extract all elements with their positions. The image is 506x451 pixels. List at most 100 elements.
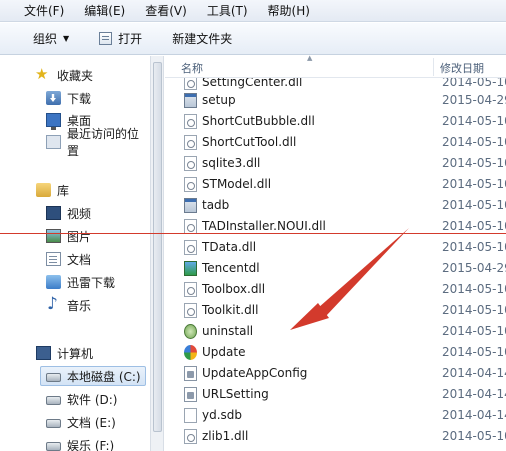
- navigation-scrollbar[interactable]: [150, 56, 164, 451]
- file-date: 2014-04-14: [442, 387, 506, 401]
- dll-file-icon: [184, 240, 197, 255]
- file-name: TADInstaller.NOUI.dll: [202, 219, 326, 233]
- picture-icon: [46, 229, 61, 243]
- nav-computer[interactable]: 计算机: [36, 344, 93, 362]
- file-name: STModel.dll: [202, 177, 272, 191]
- update-icon: [184, 345, 197, 360]
- file-row[interactable]: yd.sdb 2014-04-14: [165, 405, 506, 426]
- sdb-file-icon: [184, 408, 197, 423]
- nav-favorites-label: 收藏夹: [57, 68, 94, 83]
- computer-icon: [36, 346, 51, 360]
- recent-places-icon: [46, 135, 61, 149]
- file-row[interactable]: Tencentdl 2015-04-29: [165, 258, 506, 279]
- dll-file-icon: [184, 429, 197, 444]
- config-file-icon: [184, 366, 197, 381]
- uninstall-icon: [184, 324, 197, 339]
- dll-file-icon: [184, 303, 197, 318]
- file-row[interactable]: Toolbox.dll 2014-05-10: [165, 279, 506, 300]
- file-date: 2014-05-10: [442, 429, 506, 443]
- file-row[interactable]: TData.dll 2014-05-10: [165, 237, 506, 258]
- dll-file-icon: [184, 282, 197, 297]
- nav-drive-c-label: 本地磁盘 (C:): [67, 369, 141, 384]
- chevron-down-icon: ▼: [63, 34, 70, 43]
- file-name: sqlite3.dll: [202, 156, 261, 170]
- organize-label: 组织: [33, 32, 58, 46]
- file-name: zlib1.dll: [202, 429, 249, 443]
- file-row[interactable]: zlib1.dll 2014-05-10: [165, 426, 506, 447]
- column-divider[interactable]: [433, 58, 434, 76]
- desktop-icon: [46, 113, 61, 130]
- open-label: 打开: [118, 32, 143, 46]
- nav-downloads[interactable]: 下载: [46, 89, 91, 107]
- file-name: setup: [202, 93, 236, 107]
- file-row[interactable]: ShortCutTool.dll 2014-05-10: [165, 132, 506, 153]
- open-button[interactable]: 打开: [99, 30, 142, 47]
- nav-music[interactable]: 音乐: [46, 294, 91, 314]
- nav-drive-c[interactable]: 本地磁盘 (C:): [40, 366, 146, 386]
- file-name: Toolbox.dll: [202, 282, 266, 296]
- menu-help[interactable]: 帮助(H): [268, 2, 310, 19]
- dll-file-icon: [184, 219, 197, 234]
- nav-favorites[interactable]: 收藏夹: [35, 65, 94, 84]
- file-row[interactable]: Update 2014-05-10: [165, 342, 506, 363]
- dll-file-icon: [184, 135, 197, 150]
- menu-file[interactable]: 文件(F): [24, 2, 64, 19]
- nav-documents[interactable]: 文档: [46, 250, 91, 268]
- file-row[interactable]: STModel.dll 2014-05-10: [165, 174, 506, 195]
- nav-drive-d[interactable]: 软件 (D:): [46, 390, 117, 408]
- dll-file-icon: [184, 156, 197, 171]
- menu-edit[interactable]: 编辑(E): [84, 2, 125, 19]
- drive-icon: [46, 419, 61, 428]
- scrollbar-thumb[interactable]: [153, 62, 162, 432]
- column-date-header[interactable]: 修改日期: [440, 60, 484, 76]
- file-date: 2014-05-10: [442, 324, 506, 338]
- nav-drive-f[interactable]: 娱乐 (F:): [46, 436, 114, 451]
- file-date: 2014-05-10: [442, 219, 506, 233]
- file-date: 2014-05-10: [442, 282, 506, 296]
- menu-tools[interactable]: 工具(T): [207, 2, 248, 19]
- file-list: SettingCenter.dll 2014-05-10 setup 2015-…: [165, 78, 506, 451]
- new-folder-button[interactable]: 新建文件夹: [172, 30, 232, 47]
- nav-videos-label: 视频: [67, 206, 92, 221]
- nav-libraries[interactable]: 库: [36, 181, 69, 199]
- file-date: 2014-04-14: [442, 408, 506, 422]
- nav-drive-f-label: 娱乐 (F:): [67, 438, 115, 451]
- nav-thunder-downloads[interactable]: 迅雷下载: [46, 273, 115, 291]
- thunder-folder-icon: [46, 275, 61, 289]
- library-icon: [36, 183, 51, 197]
- file-name: SettingCenter.dll: [202, 78, 303, 89]
- file-row[interactable]: URLSetting 2014-04-14: [165, 384, 506, 405]
- column-name-header[interactable]: 名称: [181, 60, 203, 76]
- dll-file-icon: [184, 177, 197, 192]
- file-date: 2015-04-29: [442, 261, 506, 275]
- new-folder-label: 新建文件夹: [172, 32, 233, 46]
- file-row[interactable]: ShortCutBubble.dll 2014-05-10: [165, 111, 506, 132]
- nav-drive-e[interactable]: 文档 (E:): [46, 413, 116, 431]
- sort-caret-icon: ▲: [307, 54, 313, 62]
- command-toolbar: 组织 ▼ 打开 新建文件夹: [0, 23, 506, 55]
- nav-pictures[interactable]: 图片: [46, 227, 91, 245]
- menu-view[interactable]: 查看(V): [145, 2, 187, 19]
- nav-videos[interactable]: 视频: [46, 204, 91, 222]
- file-date: 2015-04-29: [442, 93, 506, 107]
- file-name: ShortCutBubble.dll: [202, 114, 315, 128]
- menu-bar: 文件(F) 编辑(E) 查看(V) 工具(T) 帮助(H): [0, 0, 506, 22]
- file-name: UpdateAppConfig: [202, 366, 308, 380]
- file-date: 2014-05-10: [442, 135, 506, 149]
- column-header: ▲ 名称 修改日期: [165, 54, 506, 78]
- file-row[interactable]: setup 2015-04-29: [165, 90, 506, 111]
- download-folder-icon: [46, 91, 61, 105]
- nav-drive-e-label: 文档 (E:): [67, 415, 116, 430]
- file-row-uninstall[interactable]: uninstall 2014-05-10: [165, 321, 506, 342]
- file-name: URLSetting: [202, 387, 269, 401]
- nav-downloads-label: 下载: [67, 91, 92, 106]
- dll-file-icon: [184, 114, 197, 129]
- file-row[interactable]: tadb 2014-05-10: [165, 195, 506, 216]
- file-row[interactable]: Toolkit.dll 2014-05-10: [165, 300, 506, 321]
- document-icon: [46, 252, 61, 266]
- organize-button[interactable]: 组织 ▼: [33, 30, 69, 47]
- file-row[interactable]: UpdateAppConfig 2014-04-14: [165, 363, 506, 384]
- nav-recent[interactable]: 最近访问的位置: [46, 127, 150, 158]
- file-row[interactable]: sqlite3.dll 2014-05-10: [165, 153, 506, 174]
- file-date: 2014-05-10: [442, 78, 506, 89]
